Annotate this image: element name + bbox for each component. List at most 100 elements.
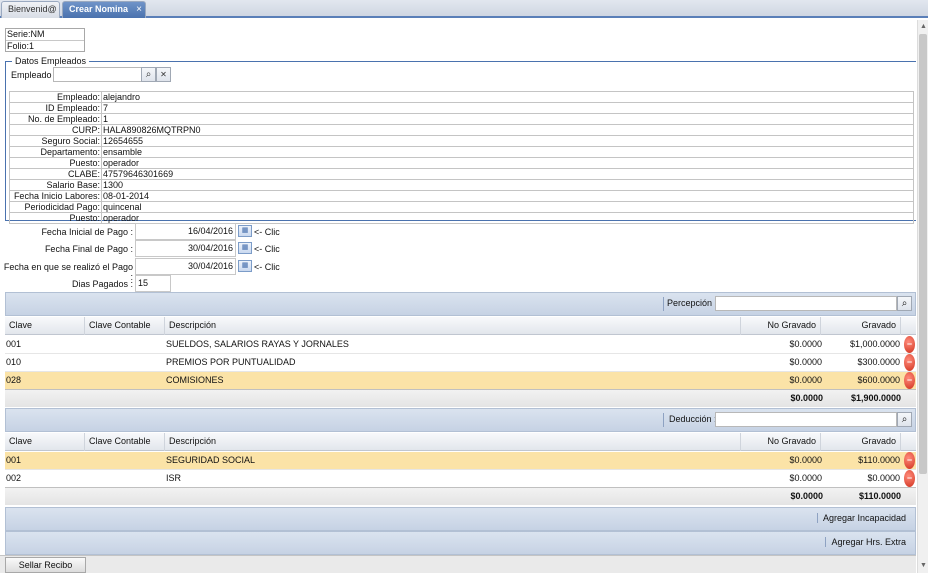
fecha-final-input[interactable]: 30/04/2016 <box>135 240 236 257</box>
tab-crear-nomina[interactable]: Crear Nomina × <box>62 1 146 18</box>
percepciones-total-row: $0.0000 $1,900.0000 <box>5 389 916 407</box>
info-label: CURP: <box>9 124 102 136</box>
folio-value: 1 <box>29 41 35 51</box>
deducciones-total-row: $0.0000 $110.0000 <box>5 487 916 505</box>
sellar-recibo-button[interactable]: Sellar Recibo <box>5 557 86 573</box>
table-row[interactable]: 002 ISR $0.0000 $0.0000− <box>5 470 916 488</box>
serie-row: Serie:NM <box>6 29 84 40</box>
info-row: Departamento: ensamble <box>9 146 914 158</box>
total-no-gravado: $0.0000 <box>790 393 823 403</box>
percepciones-header: Clave Clave Contable Descripción No Grav… <box>5 317 916 335</box>
total-gravado: $1,900.0000 <box>850 393 901 403</box>
search-icon[interactable]: ⌕ <box>897 412 912 427</box>
col-clave[interactable]: Clave <box>5 433 85 451</box>
col-clave-contable[interactable]: Clave Contable <box>85 433 165 451</box>
delete-icon[interactable]: − <box>904 372 915 389</box>
tab-bienvenido[interactable]: Bienvenid@ <box>1 1 60 18</box>
info-label: Empleado: <box>9 91 102 103</box>
deducciones-header: Clave Clave Contable Descripción No Grav… <box>5 433 916 451</box>
cell-no-gravado: $0.0000 <box>789 339 822 349</box>
col-no-gravado[interactable]: No Gravado <box>741 317 821 335</box>
cell-clave-contable <box>85 470 163 487</box>
info-label: ID Empleado: <box>9 102 102 114</box>
cell-descripcion: COMISIONES <box>166 375 224 385</box>
col-clave[interactable]: Clave <box>5 317 85 335</box>
percepcion-search-input[interactable] <box>715 296 897 311</box>
agregar-incapacidad-button[interactable]: Agregar Incapacidad <box>816 513 911 523</box>
info-label: Periodicidad Pago: <box>9 201 102 213</box>
serie-folio-box: Serie:NM Folio:1 <box>5 28 85 52</box>
cell-clave: 028 <box>6 375 22 385</box>
info-label: No. de Empleado: <box>9 113 102 125</box>
info-row: Seguro Social: 12654655 <box>9 135 914 147</box>
table-row[interactable]: 001 SUELDOS, SALARIOS RAYAS Y JORNALES $0.… <box>5 336 916 354</box>
info-row: Puesto: operador <box>9 157 914 169</box>
col-gravado[interactable]: Gravado <box>821 317 901 335</box>
cell-gravado: $600.0000 <box>857 375 900 385</box>
empleado-input[interactable] <box>53 67 141 82</box>
calendar-icon[interactable]: ▦ <box>238 242 252 254</box>
col-no-gravado[interactable]: No Gravado <box>741 433 821 451</box>
cell-clave-contable <box>85 336 163 353</box>
col-gravado[interactable]: Gravado <box>821 433 901 451</box>
deduccion-search-input[interactable] <box>715 412 897 427</box>
cell-no-gravado: $0.0000 <box>789 455 822 465</box>
deduccion-label: Deducción : <box>669 414 717 424</box>
info-value: ensamble <box>101 146 914 158</box>
info-label: Seguro Social: <box>9 135 102 147</box>
delete-icon[interactable]: − <box>904 336 915 353</box>
cell-clave: 001 <box>6 455 22 465</box>
cell-clave: 010 <box>6 357 22 367</box>
col-descripcion[interactable]: Descripción <box>165 433 741 451</box>
tab-label: Crear Nomina <box>69 4 129 14</box>
info-value: 12654655 <box>101 135 914 147</box>
cell-clave-contable <box>85 452 163 469</box>
search-icon[interactable]: ⌕ <box>897 296 912 311</box>
toolbar-separator <box>663 297 664 311</box>
percepcion-toolbar: Percepción : ⌕ <box>5 292 916 316</box>
info-row: ID Empleado: 7 <box>9 102 914 114</box>
bottom-bar: Sellar Recibo <box>0 555 916 573</box>
delete-icon[interactable]: − <box>904 452 915 469</box>
clear-icon[interactable]: ✕ <box>156 67 171 82</box>
agregar-hrs-extra-button[interactable]: Agregar Hrs. Extra <box>825 537 911 547</box>
clic-hint: <- Clic <box>254 262 280 272</box>
serie-label: Serie: <box>7 29 31 39</box>
info-label: CLABE: <box>9 168 102 180</box>
scroll-down-icon[interactable]: ▼ <box>919 561 928 571</box>
calendar-icon[interactable]: ▦ <box>238 260 252 272</box>
col-descripcion[interactable]: Descripción <box>165 317 741 335</box>
close-icon[interactable]: × <box>136 2 142 17</box>
info-label: Puesto: <box>9 212 102 224</box>
delete-icon[interactable]: − <box>904 354 915 371</box>
fecha-realizo-input[interactable]: 30/04/2016 <box>135 258 236 275</box>
employee-info-table: Empleado: alejandro ID Empleado: 7 No. de Em… <box>9 91 914 224</box>
cell-gravado: $0.0000 <box>867 473 900 483</box>
incapacidad-bar: Agregar Incapacidad <box>5 507 916 531</box>
empleado-label: Empleado : <box>11 70 57 80</box>
table-row[interactable]: 001 SEGURIDAD SOCIAL $0.0000 $110.0000− <box>5 452 916 470</box>
info-label: Puesto: <box>9 157 102 169</box>
vertical-scrollbar[interactable]: ▲ ▼ <box>917 20 928 573</box>
delete-icon[interactable]: − <box>904 470 915 487</box>
scroll-up-icon[interactable]: ▲ <box>919 22 928 32</box>
info-value: operador <box>101 157 914 169</box>
info-value: operador <box>101 212 914 224</box>
cell-clave: 002 <box>6 473 22 483</box>
col-clave-contable[interactable]: Clave Contable <box>85 317 165 335</box>
dias-pagados-input[interactable]: 15 <box>135 275 171 292</box>
tab-label: Bienvenid@ <box>8 4 57 14</box>
table-row[interactable]: 028 COMISIONES $0.0000 $600.0000− <box>5 372 916 390</box>
scroll-thumb[interactable] <box>919 34 927 474</box>
cell-gravado: $110.0000 <box>858 455 900 465</box>
cell-descripcion: PREMIOS POR PUNTUALIDAD <box>166 357 296 367</box>
fecha-inicial-input[interactable]: 16/04/2016 <box>135 223 236 240</box>
cell-clave: 001 <box>6 339 22 349</box>
search-icon[interactable]: ⌕ <box>141 67 156 82</box>
cell-no-gravado: $0.0000 <box>789 375 822 385</box>
table-row[interactable]: 010 PREMIOS POR PUNTUALIDAD $0.0000 $300.00… <box>5 354 916 372</box>
clic-hint: <- Clic <box>254 244 280 254</box>
cell-clave-contable <box>85 372 163 389</box>
info-label: Departamento: <box>9 146 102 158</box>
calendar-icon[interactable]: ▦ <box>238 225 252 237</box>
